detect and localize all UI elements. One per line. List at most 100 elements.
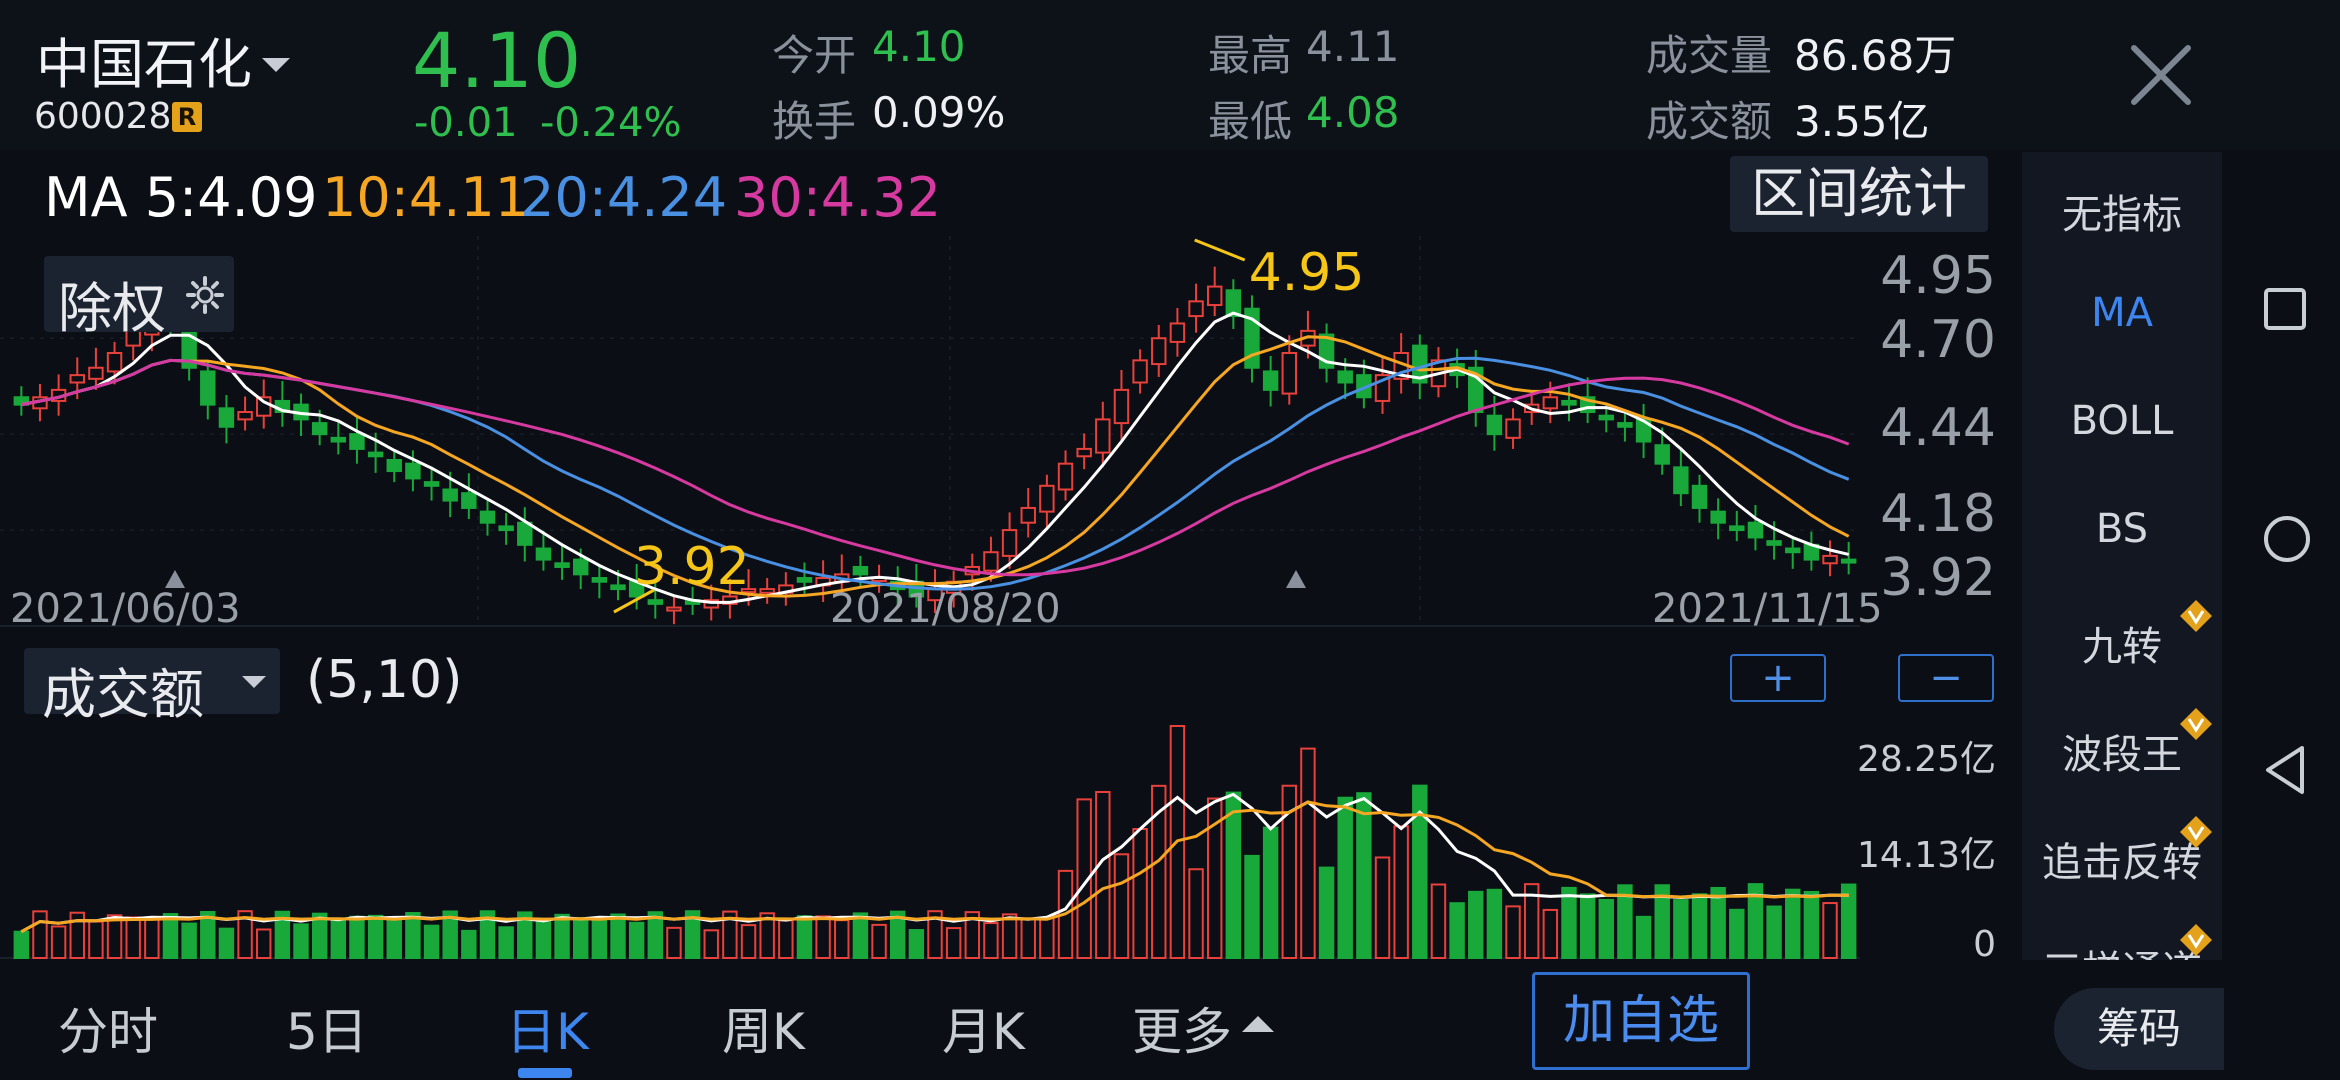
candle-body (1729, 525, 1745, 532)
volume-bar (1337, 796, 1353, 959)
volume-bar (1486, 888, 1503, 959)
volume-bar (1691, 893, 1708, 960)
ma5-value: MA 5:4.09 (44, 166, 318, 229)
volume-bar (1785, 888, 1801, 959)
volume-chart[interactable] (0, 722, 2010, 960)
candle-body (367, 451, 384, 458)
volume-bar (1505, 905, 1521, 959)
volume-tick: 28.25亿 (1856, 739, 1996, 780)
tab-more[interactable]: 更多 (1132, 992, 1232, 1064)
candle-body (461, 492, 477, 509)
chips-button[interactable]: 筹码 (2054, 988, 2224, 1070)
volume-bar (256, 928, 272, 960)
marker-triangle (1286, 570, 1306, 588)
candle-body (1151, 337, 1167, 366)
tab-daily-k[interactable]: 日K (506, 992, 589, 1064)
zoom-out-button[interactable]: − (1898, 654, 1994, 702)
volume-label: 成交量 (1646, 31, 1773, 80)
indicator-none[interactable]: 无指标 (2022, 182, 2222, 240)
volume-bar (983, 922, 999, 959)
volume-bar (796, 915, 813, 960)
candle-body (666, 606, 682, 612)
kline-chart[interactable]: 4.95 3.92 (0, 236, 2010, 636)
volume-bar (330, 918, 347, 960)
volume-bar (405, 912, 421, 959)
candle-body (1281, 351, 1297, 395)
stock-name[interactable]: 中国石化 (36, 20, 252, 99)
volume-bar (573, 916, 589, 960)
candle-body (330, 436, 347, 443)
volume-bar (88, 920, 104, 960)
candle-body (479, 510, 496, 524)
volume-bar (144, 918, 160, 960)
volume-bar (1225, 791, 1242, 959)
candle-body (1057, 462, 1074, 491)
indicator-ma[interactable]: MA (2022, 290, 2222, 336)
vip-badge-icon (2180, 816, 2212, 848)
candle-body (1542, 396, 1559, 410)
candle-body (573, 558, 589, 576)
candle-body (517, 521, 533, 546)
volume-bar (1374, 856, 1391, 959)
candle-body (498, 525, 514, 532)
ex-rights-button[interactable]: 除权 (44, 256, 234, 340)
candle-body (237, 411, 253, 421)
home-icon[interactable] (2262, 514, 2312, 564)
candle-body (1785, 547, 1801, 554)
candle-body (759, 588, 775, 594)
candle-body (1673, 466, 1689, 495)
chevron-down-icon[interactable] (262, 58, 290, 72)
volume-bar (1766, 905, 1782, 959)
add-to-watchlist-button[interactable]: 加自选 (1532, 972, 1750, 1070)
volume-value: 86.68万 (1794, 31, 1957, 80)
candle-body (1598, 414, 1614, 421)
high-label: 最高 (1208, 31, 1293, 80)
close-icon[interactable] (2126, 40, 2196, 110)
open-value: 4.10 (872, 22, 966, 71)
recent-apps-icon[interactable] (2262, 286, 2308, 332)
tab-intraday[interactable]: 分时 (58, 992, 158, 1064)
volume-bar (386, 919, 402, 959)
candle-body (610, 584, 626, 591)
volume-bar (181, 922, 197, 960)
tab-5day[interactable]: 5日 (286, 992, 368, 1064)
volume-indicator-label: 成交额 (42, 663, 204, 726)
zoom-in-button[interactable]: + (1730, 654, 1826, 702)
volume-bar (1039, 916, 1055, 959)
ma30-value: 30:4.32 (734, 166, 942, 229)
volume-bar (1729, 908, 1745, 960)
candle-body (1169, 322, 1186, 343)
candle-body (796, 577, 813, 583)
volume-bar (162, 913, 179, 960)
price-change-pct: -0.24% (540, 100, 682, 146)
chevron-down-icon (242, 676, 266, 688)
tab-monthly-k[interactable]: 月K (942, 992, 1025, 1064)
ma20-line (21, 356, 1850, 591)
gear-icon (186, 276, 224, 314)
candle-body (311, 422, 328, 436)
volume-bar (13, 930, 30, 959)
back-icon[interactable] (2262, 744, 2308, 796)
price-change: -0.01 (414, 100, 518, 146)
current-price: 4.10 (412, 16, 582, 105)
volume-bar (1132, 828, 1148, 959)
volume-bar (1673, 899, 1689, 959)
volume-bar (106, 914, 123, 959)
interval-stats-button[interactable]: 区间统计 (1730, 156, 1988, 232)
volume-bar (1468, 890, 1484, 959)
candle-body (386, 458, 402, 473)
y-tick: 4.95 (1880, 246, 1996, 306)
tab-weekly-k[interactable]: 周K (722, 992, 805, 1064)
candle-body (218, 407, 235, 428)
y-tick: 4.18 (1880, 484, 1996, 544)
candle-body (200, 370, 216, 406)
volume-indicator-select[interactable]: 成交额 (24, 648, 280, 726)
volume-bar (1113, 853, 1130, 959)
indicator-bs[interactable]: BS (2022, 506, 2222, 552)
indicator-boll[interactable]: BOLL (2022, 398, 2222, 444)
r-badge: R (172, 102, 202, 132)
candle-body (1020, 506, 1036, 524)
chevron-up-icon[interactable] (1240, 1012, 1276, 1034)
active-tab-indicator (518, 1068, 572, 1078)
volume-bar (1318, 866, 1335, 959)
